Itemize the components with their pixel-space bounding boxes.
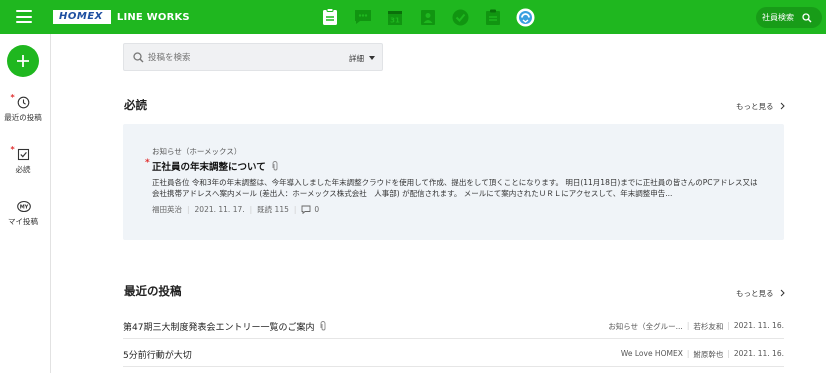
contacts-icon[interactable] [418, 7, 438, 27]
post-title[interactable]: * 正社員の年末調整について [145, 158, 279, 173]
top-bar: HOMEX LINE WORKS 31 社員検索 [0, 0, 826, 34]
post-search-input[interactable] [148, 50, 318, 65]
post-date: 2021. 11. 17. [194, 205, 245, 214]
form-icon[interactable] [483, 7, 503, 27]
must-read-more-link[interactable]: もっと見る [736, 101, 785, 112]
search-detail-label[interactable]: 詳細 [349, 53, 364, 64]
task-icon[interactable] [450, 7, 470, 27]
search-icon [133, 52, 144, 63]
checkbox-icon [17, 148, 29, 161]
talk-icon[interactable] [353, 7, 373, 27]
sidebar-item-label: マイ投稿 [8, 217, 38, 226]
post-meta: 福田英治 | 2021. 11. 17. | 既読 115 | 0 [152, 205, 320, 214]
sidebar-item-label: 最近の投稿 [4, 113, 42, 122]
post-date: 2021. 11. 16. [733, 321, 784, 330]
required-marker: * [10, 93, 15, 102]
must-read-post-card[interactable]: お知らせ（ホーメックス） * 正社員の年末調整について 正社員各位 令和3年の年… [123, 124, 784, 240]
recent-section-title: 最近の投稿 [124, 284, 182, 298]
post-author: 福田英治 [152, 205, 182, 214]
svg-text:31: 31 [390, 16, 400, 24]
list-item[interactable]: 5分前行動が大切 We Love HOMEX | 鮒原幹也 | 2021. 11… [123, 340, 784, 367]
clock-icon [17, 96, 29, 109]
comment-icon [301, 205, 311, 214]
post-date: 2021. 11. 16. [733, 349, 784, 358]
logo-homex: HOMEX [53, 10, 111, 24]
post-board: お知らせ（全グルー... [608, 322, 683, 331]
menu-icon[interactable] [16, 10, 32, 23]
sidebar-item-must-read[interactable]: * 必読 [0, 145, 46, 175]
calendar-icon[interactable]: 31 [385, 7, 405, 27]
post-board: We Love HOMEX [620, 349, 683, 358]
required-marker: * [145, 158, 150, 168]
post-category: お知らせ（ホーメックス） [152, 147, 242, 156]
required-marker: * [10, 145, 15, 154]
post-excerpt: 正社員各位 令和3年の年末調整は、今年導入しました年末調整クラウドを使用して作成… [152, 178, 758, 198]
caret-down-icon[interactable] [369, 56, 375, 60]
post-search-box: 詳細 [123, 43, 383, 71]
list-item[interactable]: 第47期三大制度発表会エントリー一覧のご案内 お知らせ（全グルー... | 若杉… [123, 312, 784, 339]
my-icon: MY [16, 200, 31, 213]
must-read-section-title: 必読 [124, 98, 147, 112]
logo[interactable]: HOMEX LINE WORKS [53, 10, 190, 24]
main-content: 詳細 必読 もっと見る お知らせ（ホーメックス） * 正社員の年末調整について … [52, 34, 826, 373]
member-search-label: 社員検索 [762, 13, 794, 22]
post-title[interactable]: 5分前行動が大切 [123, 348, 192, 361]
logo-line-works: LINE WORKS [116, 11, 190, 23]
home-board-icon[interactable] [320, 7, 340, 27]
sidebar-item-my-posts[interactable]: MY マイ投稿 [0, 200, 46, 227]
drive-icon[interactable] [515, 7, 535, 27]
sidebar-item-label: 必読 [15, 165, 31, 174]
app-switcher: 31 [320, 7, 548, 27]
attachment-icon [272, 161, 278, 171]
post-title[interactable]: 第47期三大制度発表会エントリー一覧のご案内 [123, 320, 327, 333]
chevron-right-icon [780, 102, 785, 110]
sidebar-item-recent[interactable]: * 最近の投稿 [0, 93, 46, 123]
member-search-button[interactable]: 社員検索 [756, 7, 822, 28]
post-meta: お知らせ（全グルー... | 若杉友和 | 2021. 11. 16. [608, 321, 784, 331]
svg-text:MY: MY [19, 205, 28, 211]
post-author: 鮒原幹也 [693, 350, 724, 359]
new-post-button[interactable] [7, 45, 39, 77]
post-author: 若杉友和 [693, 322, 724, 331]
plus-icon [17, 55, 29, 67]
post-comment-count: 0 [314, 205, 320, 214]
post-read-count: 既読 115 [257, 205, 289, 214]
attachment-icon [320, 321, 326, 331]
chevron-right-icon [780, 289, 785, 297]
search-icon [802, 12, 812, 22]
sidebar: * 最近の投稿 * 必読 MY マイ投稿 [0, 34, 51, 373]
recent-more-link[interactable]: もっと見る [736, 288, 785, 299]
post-meta: We Love HOMEX | 鮒原幹也 | 2021. 11. 16. [620, 349, 784, 359]
